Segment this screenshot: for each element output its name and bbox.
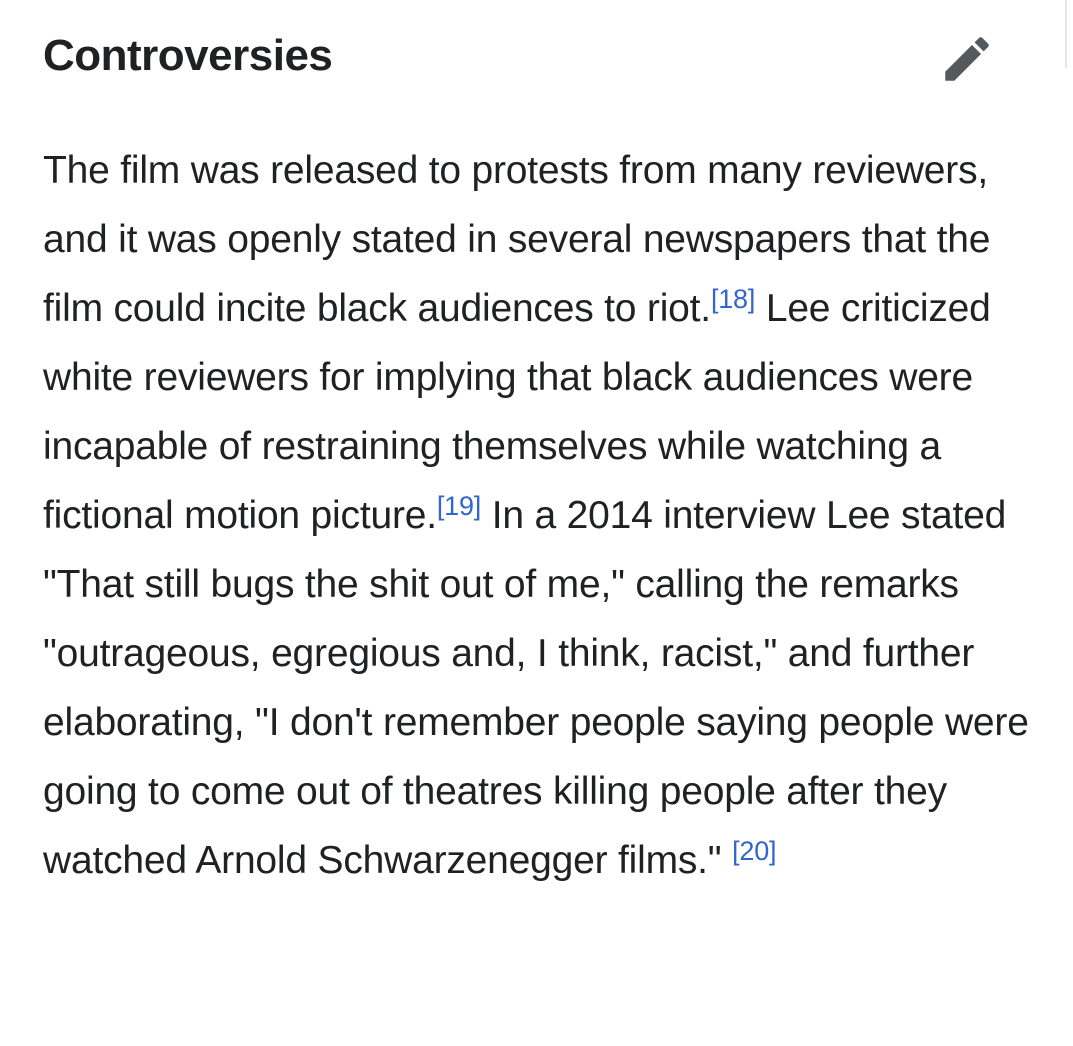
section-title: Controversies	[43, 31, 333, 80]
pencil-icon	[945, 37, 989, 81]
citation-link-20[interactable]: [20]	[732, 836, 776, 866]
section-heading-row: Controversies	[43, 0, 1043, 110]
paragraph-text-3: In a 2014 interview Lee stated "That sti…	[43, 494, 1029, 882]
edit-section-button[interactable]	[936, 28, 998, 90]
section-paragraph: The film was released to protests from m…	[43, 136, 1043, 895]
controversies-section: Controversies The film was released to p…	[43, 0, 1043, 882]
citation-link-18[interactable]: [18]	[711, 284, 755, 314]
scrollbar-edge	[1065, 0, 1067, 68]
citation-link-19[interactable]: [19]	[437, 491, 481, 521]
